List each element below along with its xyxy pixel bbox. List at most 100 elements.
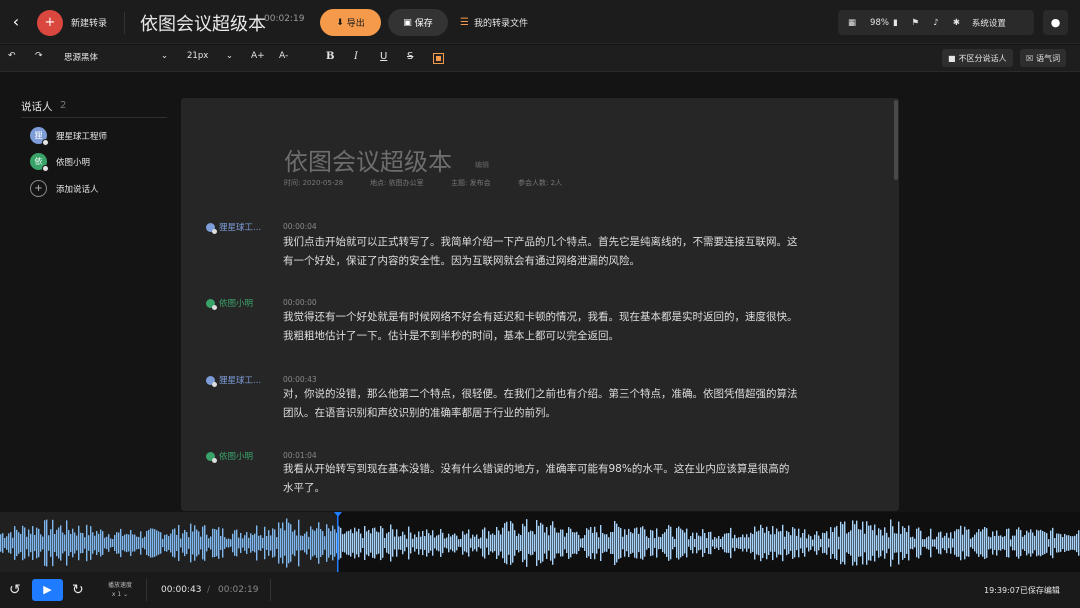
back-icon[interactable]: ‹ bbox=[8, 12, 24, 32]
waveform-bar bbox=[4, 538, 6, 548]
save-button[interactable]: ▣ 保存 bbox=[388, 9, 448, 36]
waveform-bar bbox=[58, 527, 60, 559]
paragraph-timestamp[interactable]: 00:01:04 bbox=[283, 451, 317, 460]
waveform-bar bbox=[512, 523, 514, 563]
waveform-bar bbox=[10, 532, 12, 554]
document-title[interactable]: 依图会议超级本 bbox=[284, 142, 452, 177]
waveform-bar bbox=[534, 534, 536, 552]
paragraph-text[interactable]: 对，你说的没错，那么他第二个特点，很轻便。在我们之前也有介绍。第三个特点，准确。… bbox=[283, 385, 798, 423]
waveform-bar bbox=[120, 528, 122, 558]
waveform-bar bbox=[1078, 530, 1080, 556]
editor-scrollbar[interactable] bbox=[894, 100, 898, 180]
edit-title-button[interactable]: 编辑 bbox=[475, 160, 489, 170]
waveform-bar bbox=[278, 522, 280, 564]
waveform-bar bbox=[588, 529, 590, 557]
add-speaker-button[interactable]: + 添加说话人 bbox=[30, 180, 99, 197]
undo-icon[interactable]: ↶ bbox=[8, 51, 16, 61]
waveform-bar bbox=[636, 527, 638, 559]
settings-label[interactable]: 系统设置 bbox=[972, 17, 1006, 29]
filler-words-label: 语气词 bbox=[1036, 53, 1061, 63]
no-speaker-distinction-button[interactable]: ■ 不区分说话人 bbox=[942, 49, 1013, 67]
bold-button[interactable]: B bbox=[326, 51, 334, 62]
waveform-bar bbox=[954, 531, 956, 555]
waveform-bar bbox=[658, 536, 660, 550]
redo-icon[interactable]: ↷ bbox=[35, 51, 43, 61]
paragraph-text[interactable]: 我们点击开始就可以正式转写了。我简单介绍一下产品的几个特点。首先它是纯离线的，不… bbox=[283, 233, 798, 271]
waveform-bar bbox=[378, 532, 380, 554]
calculator-icon[interactable]: ▦ bbox=[848, 18, 856, 28]
paragraph-text[interactable]: 我觉得还有一个好处就是有时候网络不好会有延迟和卡顿的情况，我看。现在基本都是实时… bbox=[283, 308, 798, 346]
waveform-bar bbox=[1052, 527, 1054, 559]
waveform-bar bbox=[794, 528, 796, 558]
volume-icon[interactable]: ♪ bbox=[933, 18, 938, 28]
underline-button[interactable]: U bbox=[380, 51, 387, 62]
paragraph-speaker[interactable]: 狸星球工... bbox=[206, 374, 261, 387]
waveform-bar bbox=[128, 534, 130, 552]
export-button[interactable]: ⬇ 导出 bbox=[320, 9, 381, 36]
waveform-bar bbox=[946, 532, 948, 554]
transcript-editor[interactable]: 依图会议超级本 编辑 时间: 2020-05-28 地点: 依图办公室 主题: … bbox=[181, 98, 899, 511]
paragraph-speaker[interactable]: 依图小明 bbox=[206, 297, 253, 310]
rewind-icon[interactable]: ↺ bbox=[9, 582, 21, 598]
my-files-button[interactable]: ☰ 我的转录文件 bbox=[460, 16, 528, 29]
waveform-bar bbox=[760, 524, 762, 562]
new-transcription-button[interactable]: + bbox=[37, 10, 63, 36]
speaker-item[interactable]: 依 依图小明 bbox=[30, 153, 90, 172]
waveform-bar bbox=[978, 529, 980, 557]
playhead bbox=[337, 512, 339, 572]
waveform-graphic[interactable] bbox=[0, 512, 1080, 572]
waveform-bar bbox=[56, 529, 58, 557]
increase-font-button[interactable]: A+ bbox=[251, 51, 265, 61]
speaker-item[interactable]: 狸 狸星球工程师 bbox=[30, 127, 107, 146]
waveform-bar bbox=[14, 526, 16, 560]
system-status-bar: ▦ 98% ▮ ⚑ ♪ ✱ 系统设置 bbox=[838, 10, 1034, 35]
waveform-bar bbox=[780, 531, 782, 555]
waveform-bar bbox=[738, 537, 740, 549]
waveform-bar bbox=[358, 528, 360, 558]
waveform-bar bbox=[1042, 531, 1044, 555]
paragraph-text[interactable]: 我看从开始转写到现在基本没错。没有什么错误的地方，准确率可能有98%的水平。这在… bbox=[283, 460, 798, 498]
font-size-select[interactable]: 21px ⌄ bbox=[187, 51, 233, 61]
waveform-bar bbox=[320, 529, 322, 557]
divider bbox=[270, 579, 271, 601]
waveform-bar bbox=[488, 531, 490, 555]
text-color-button[interactable] bbox=[433, 53, 444, 64]
waveform-bar bbox=[682, 530, 684, 556]
waveform-bar bbox=[716, 538, 718, 548]
paragraph-speaker[interactable]: 狸星球工... bbox=[206, 221, 261, 234]
waveform-bar bbox=[844, 521, 846, 565]
waveform-bar bbox=[110, 538, 112, 548]
waveform-bar bbox=[792, 527, 794, 559]
waveform-bar bbox=[680, 528, 682, 558]
download-icon: ⬇ bbox=[336, 17, 344, 28]
paragraph-timestamp[interactable]: 00:00:04 bbox=[283, 222, 317, 231]
new-transcription-label[interactable]: 新建转录 bbox=[71, 16, 107, 29]
waveform-bar bbox=[144, 536, 146, 550]
playback-speed-select[interactable]: 播放速度 x 1 ⌄ bbox=[108, 581, 132, 599]
strikethrough-button[interactable]: S bbox=[407, 51, 413, 62]
audio-waveform[interactable] bbox=[0, 512, 1080, 572]
waveform-bar bbox=[246, 532, 248, 554]
decrease-font-button[interactable]: A- bbox=[279, 51, 288, 61]
waveform-bar bbox=[162, 538, 164, 548]
play-button[interactable]: ▶ bbox=[32, 579, 63, 601]
forward-icon[interactable]: ↻ bbox=[72, 582, 84, 598]
filler-words-button[interactable]: ☒ 语气词 bbox=[1020, 49, 1067, 67]
microphone-icon[interactable]: ⚑ bbox=[912, 18, 920, 28]
export-label: 导出 bbox=[346, 19, 365, 29]
waveform-bar bbox=[968, 529, 970, 557]
waveform-bar bbox=[360, 533, 362, 553]
waveform-bar bbox=[678, 526, 680, 560]
user-icon[interactable]: ● bbox=[1043, 10, 1068, 35]
waveform-bar bbox=[766, 526, 768, 560]
paragraph-speaker[interactable]: 依图小明 bbox=[206, 450, 253, 463]
bluetooth-icon[interactable]: ✱ bbox=[953, 18, 960, 28]
waveform-bar bbox=[842, 524, 844, 562]
paragraph-timestamp[interactable]: 00:00:43 bbox=[283, 375, 317, 384]
font-select[interactable]: 思源黑体 ⌄ bbox=[64, 51, 168, 63]
paragraph-timestamp[interactable]: 00:00:00 bbox=[283, 298, 317, 307]
waveform-bar bbox=[1022, 536, 1024, 550]
waveform-bar bbox=[312, 529, 314, 557]
italic-button[interactable]: I bbox=[354, 51, 358, 62]
waveform-bar bbox=[1012, 535, 1014, 551]
